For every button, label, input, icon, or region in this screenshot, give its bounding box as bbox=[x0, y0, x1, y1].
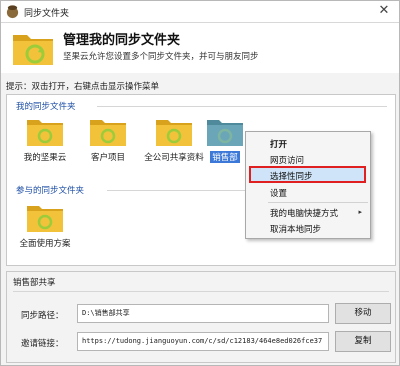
folder-label: 客户项目 bbox=[90, 153, 125, 163]
menu-item-open[interactable]: 打开 bbox=[270, 138, 287, 150]
context-menu: 打开 网页访问 选择性同步 设置 我的电脑快捷方式 ▸ 取消本地同步 bbox=[245, 131, 371, 239]
sync-folder-large-icon bbox=[13, 35, 53, 65]
page-title: 管理我的同步文件夹 bbox=[63, 33, 181, 48]
folder-name: 销售部共享 bbox=[13, 278, 56, 288]
menu-item-selective-sync[interactable]: 选择性同步 bbox=[270, 170, 313, 182]
my-folders-heading: 我的同步文件夹 bbox=[16, 102, 76, 112]
folder-item[interactable]: 全公司共享资料 bbox=[138, 117, 210, 163]
title-bar: 同步文件夹 ✕ bbox=[1, 1, 399, 23]
sync-folder-icon bbox=[27, 206, 63, 232]
menu-item-cancel-local-sync[interactable]: 取消本地同步 bbox=[270, 223, 321, 235]
menu-item-web-access[interactable]: 网页访问 bbox=[270, 154, 304, 166]
folder-detail-panel: 销售部共享 同步路径： D:\销售部共享 移动 邀请链接： https://tu… bbox=[6, 271, 396, 363]
app-logo-icon bbox=[6, 5, 19, 19]
sync-folder-icon bbox=[27, 120, 63, 146]
invite-link-field[interactable]: https://tudong.jianguoyun.com/c/sd/c1218… bbox=[77, 332, 329, 351]
sync-folder-window: 同步文件夹 ✕ 管理我的同步文件夹 坚果云允许您设置多个同步文件夹，并可与朋友同… bbox=[0, 0, 400, 366]
folder-item[interactable]: 全面使用方案 bbox=[9, 203, 81, 249]
submenu-arrow-icon: ▸ bbox=[358, 208, 362, 216]
usage-hint: 提示：双击打开，右键点击显示操作菜单 bbox=[6, 82, 160, 92]
divider bbox=[13, 291, 389, 292]
sync-folder-icon bbox=[207, 120, 243, 146]
folder-item-selected[interactable]: 销售部 bbox=[203, 117, 247, 163]
joined-folders-heading: 参与的同步文件夹 bbox=[16, 186, 85, 196]
sync-folder-icon bbox=[90, 120, 126, 146]
folder-label: 全面使用方案 bbox=[19, 239, 71, 249]
menu-separator bbox=[268, 202, 368, 203]
folder-label: 全公司共享资料 bbox=[144, 153, 204, 163]
divider bbox=[97, 106, 387, 107]
folder-item[interactable]: 客户项目 bbox=[72, 117, 144, 163]
menu-item-settings[interactable]: 设置 bbox=[270, 187, 287, 199]
copy-button[interactable]: 复制 bbox=[335, 331, 391, 352]
window-title: 同步文件夹 bbox=[24, 9, 70, 19]
sync-folder-icon bbox=[156, 120, 192, 146]
close-icon[interactable]: ✕ bbox=[377, 3, 391, 19]
folder-label: 销售部 bbox=[210, 151, 240, 163]
sync-path-label: 同步路径： bbox=[21, 311, 64, 321]
folder-label: 我的坚果云 bbox=[23, 153, 67, 163]
divider bbox=[107, 190, 247, 191]
move-button[interactable]: 移动 bbox=[335, 303, 391, 324]
folder-item[interactable]: 我的坚果云 bbox=[9, 117, 81, 163]
menu-item-desktop-shortcut[interactable]: 我的电脑快捷方式 bbox=[270, 207, 338, 219]
header: 管理我的同步文件夹 坚果云允许您设置多个同步文件夹，并可与朋友同步 bbox=[1, 23, 399, 73]
invite-link-label: 邀请链接： bbox=[21, 339, 64, 349]
page-subtitle: 坚果云允许您设置多个同步文件夹，并可与朋友同步 bbox=[63, 52, 259, 62]
sync-path-field[interactable]: D:\销售部共享 bbox=[77, 304, 329, 323]
